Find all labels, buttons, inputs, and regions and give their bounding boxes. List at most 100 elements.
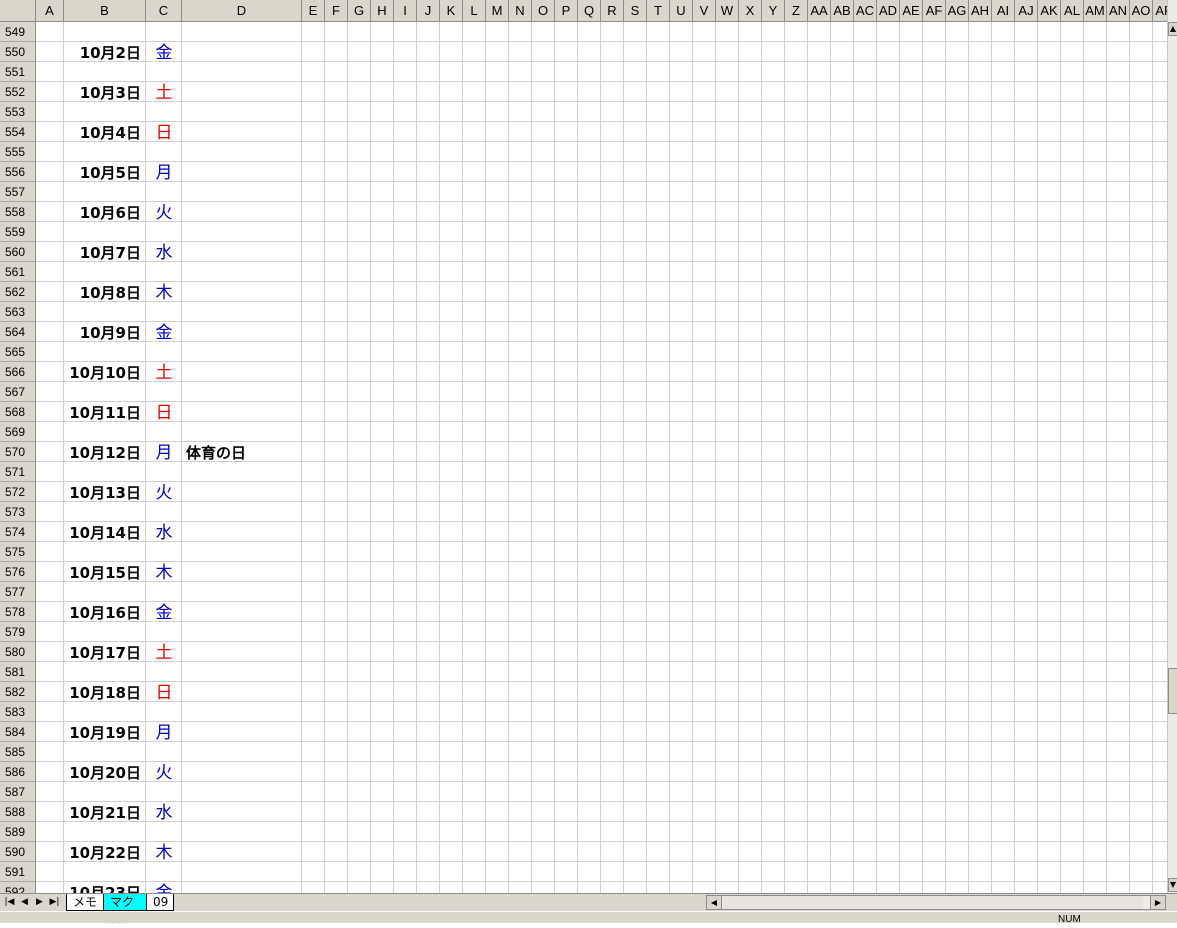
date-cell[interactable] <box>64 702 141 722</box>
row-header[interactable]: 576 <box>0 562 36 582</box>
weekday-cell[interactable]: 月 <box>146 722 182 743</box>
memo-cell[interactable] <box>182 862 306 882</box>
column-header[interactable]: AB <box>831 0 854 22</box>
row-header[interactable]: 590 <box>0 842 36 862</box>
memo-cell[interactable] <box>182 722 306 742</box>
row-header[interactable]: 561 <box>0 262 36 282</box>
row-header[interactable]: 582 <box>0 682 36 702</box>
date-cell[interactable]: 10月18日 <box>64 682 141 702</box>
row-header[interactable]: 562 <box>0 282 36 302</box>
memo-cell[interactable] <box>182 202 306 222</box>
memo-cell[interactable] <box>182 222 306 242</box>
row-header[interactable]: 550 <box>0 42 36 62</box>
column-header[interactable]: P <box>555 0 578 22</box>
row-header[interactable]: 587 <box>0 782 36 802</box>
date-cell[interactable]: 10月13日 <box>64 482 141 502</box>
date-cell[interactable]: 10月22日 <box>64 842 141 862</box>
column-header[interactable]: Y <box>762 0 785 22</box>
column-header[interactable]: E <box>302 0 325 22</box>
column-header[interactable]: AM <box>1084 0 1107 22</box>
date-cell[interactable]: 10月16日 <box>64 602 141 622</box>
weekday-cell[interactable]: 月 <box>146 442 182 463</box>
weekday-cell[interactable]: 木 <box>146 842 182 863</box>
column-header[interactable]: AD <box>877 0 900 22</box>
memo-cell[interactable] <box>182 242 306 262</box>
column-header[interactable]: J <box>417 0 440 22</box>
date-cell[interactable] <box>64 422 141 442</box>
column-header[interactable]: N <box>509 0 532 22</box>
weekday-cell[interactable] <box>146 422 182 442</box>
row-header[interactable]: 586 <box>0 762 36 782</box>
memo-cell[interactable] <box>182 62 306 82</box>
date-cell[interactable] <box>64 782 141 802</box>
weekday-cell[interactable]: 土 <box>146 642 182 663</box>
date-cell[interactable]: 10月10日 <box>64 362 141 382</box>
column-header[interactable]: AN <box>1107 0 1130 22</box>
weekday-cell[interactable]: 日 <box>146 682 182 703</box>
vertical-scrollbar[interactable]: ▲ ▼ <box>1167 0 1177 893</box>
weekday-cell[interactable] <box>146 782 182 802</box>
weekday-cell[interactable] <box>146 182 182 202</box>
row-header[interactable]: 580 <box>0 642 36 662</box>
date-cell[interactable] <box>64 622 141 642</box>
date-cell[interactable] <box>64 302 141 322</box>
date-cell[interactable]: 10月8日 <box>64 282 141 302</box>
date-cell[interactable] <box>64 542 141 562</box>
date-cell[interactable] <box>64 22 141 42</box>
row-header[interactable]: 569 <box>0 422 36 442</box>
sheet-tab-macro[interactable]: マクロ <box>103 894 147 926</box>
column-header[interactable]: AA <box>808 0 831 22</box>
next-sheet-icon[interactable]: ▶ <box>32 895 47 910</box>
column-header[interactable]: AI <box>992 0 1015 22</box>
date-cell[interactable]: 10月6日 <box>64 202 141 222</box>
date-cell[interactable]: 10月19日 <box>64 722 141 742</box>
date-cell[interactable] <box>64 742 141 762</box>
weekday-cell[interactable] <box>146 62 182 82</box>
row-header[interactable]: 592 <box>0 882 36 893</box>
row-header[interactable]: 589 <box>0 822 36 842</box>
weekday-cell[interactable]: 木 <box>146 282 182 303</box>
memo-cell[interactable] <box>182 282 306 302</box>
memo-cell[interactable] <box>182 422 306 442</box>
weekday-cell[interactable]: 火 <box>146 762 182 783</box>
weekday-cell[interactable]: 火 <box>146 482 182 503</box>
memo-cell[interactable] <box>182 562 306 582</box>
row-header[interactable]: 585 <box>0 742 36 762</box>
horizontal-scroll-thumb[interactable] <box>723 896 1143 909</box>
weekday-cell[interactable]: 火 <box>146 202 182 223</box>
weekday-cell[interactable] <box>146 702 182 722</box>
weekday-cell[interactable]: 水 <box>146 522 182 543</box>
row-header[interactable]: 575 <box>0 542 36 562</box>
row-header[interactable]: 549 <box>0 22 36 42</box>
date-cell[interactable] <box>64 262 141 282</box>
row-header[interactable]: 572 <box>0 482 36 502</box>
memo-cell[interactable]: 体育の日 <box>182 442 306 462</box>
scroll-right-icon[interactable]: ▶ <box>1150 896 1165 909</box>
weekday-cell[interactable] <box>146 582 182 602</box>
row-header[interactable]: 570 <box>0 442 36 462</box>
weekday-cell[interactable]: 木 <box>146 562 182 583</box>
date-cell[interactable] <box>64 662 141 682</box>
column-header[interactable]: AF <box>923 0 946 22</box>
memo-cell[interactable] <box>182 322 306 342</box>
date-cell[interactable] <box>64 342 141 362</box>
memo-cell[interactable] <box>182 302 306 322</box>
memo-cell[interactable] <box>182 122 306 142</box>
weekday-cell[interactable] <box>146 462 182 482</box>
row-header[interactable]: 557 <box>0 182 36 202</box>
column-header[interactable]: V <box>693 0 716 22</box>
memo-cell[interactable] <box>182 502 306 522</box>
memo-cell[interactable] <box>182 522 306 542</box>
column-header[interactable]: R <box>601 0 624 22</box>
column-header[interactable]: L <box>463 0 486 22</box>
row-header[interactable]: 591 <box>0 862 36 882</box>
weekday-cell[interactable] <box>146 382 182 402</box>
memo-cell[interactable] <box>182 802 306 822</box>
weekday-cell[interactable] <box>146 622 182 642</box>
date-cell[interactable]: 10月12日 <box>64 442 141 462</box>
date-cell[interactable] <box>64 462 141 482</box>
weekday-cell[interactable]: 水 <box>146 242 182 263</box>
date-cell[interactable] <box>64 182 141 202</box>
row-header[interactable]: 578 <box>0 602 36 622</box>
date-cell[interactable]: 10月15日 <box>64 562 141 582</box>
